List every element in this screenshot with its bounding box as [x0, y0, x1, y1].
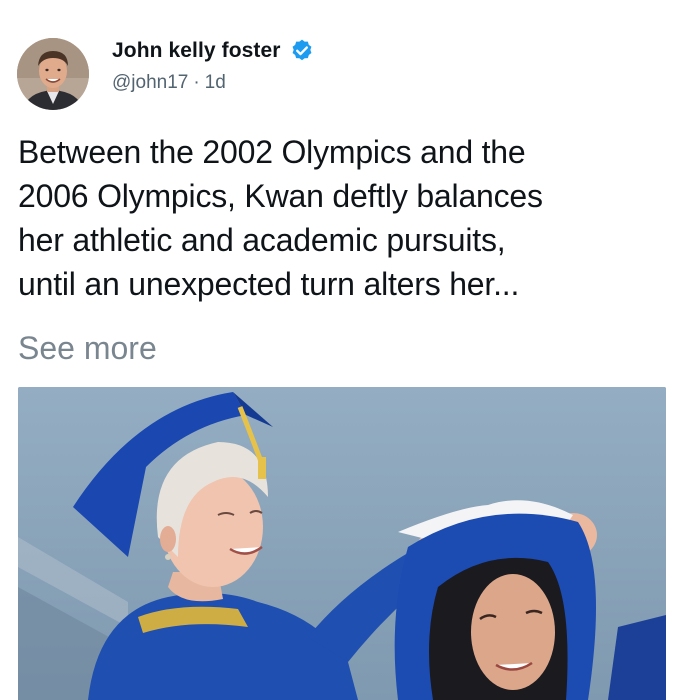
post-text-line: until an unexpected turn alters her... [18, 266, 520, 302]
verified-badge-icon [289, 38, 315, 64]
post-text: Between the 2002 Olympics and the 2006 O… [18, 130, 688, 306]
post-text-line: 2006 Olympics, Kwan deftly balances [18, 178, 543, 214]
post-card: John kelly foster @john17 · 1d Between t… [0, 0, 700, 700]
post-timestamp[interactable]: 1d [205, 72, 226, 94]
meta-separator: · [193, 72, 200, 93]
author-handle[interactable]: @john17 [112, 72, 188, 94]
author-name-row: John kelly foster [112, 38, 315, 64]
author-display-name[interactable]: John kelly foster [112, 39, 281, 63]
graduation-photo [18, 387, 666, 700]
post-text-line: her athletic and academic pursuits, [18, 222, 506, 258]
author-meta-row: @john17 · 1d [112, 72, 226, 94]
avatar-photo [17, 38, 89, 110]
author-avatar[interactable] [17, 38, 89, 110]
post-media-image[interactable] [18, 387, 666, 700]
post-text-line: Between the 2002 Olympics and the [18, 134, 526, 170]
see-more-link[interactable]: See more [18, 326, 157, 370]
